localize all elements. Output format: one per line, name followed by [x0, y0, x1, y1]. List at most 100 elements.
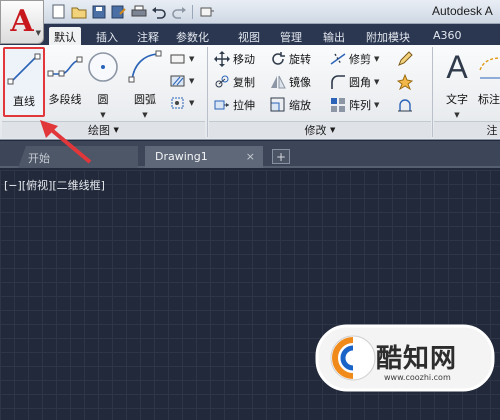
circle-label: 圆 ▼ [82, 91, 124, 120]
boundary-button[interactable]: ▼ [170, 93, 194, 113]
close-icon[interactable]: × [246, 150, 255, 163]
modify-panel-title-text: 修改 [304, 124, 327, 137]
draw-order-button[interactable] [397, 49, 413, 69]
polyline-button[interactable]: 多段线 [44, 47, 86, 117]
chevron-down-icon: ▼ [330, 126, 336, 134]
circle-icon [82, 47, 124, 87]
stretch-button[interactable]: 拉伸 [214, 95, 255, 115]
undo-icon[interactable] [150, 3, 167, 20]
new-icon[interactable] [50, 3, 67, 20]
chevron-down-icon: ▼ [113, 126, 119, 134]
scale-icon [270, 97, 286, 113]
tab-output[interactable]: 输出 [318, 27, 350, 45]
mirror-button[interactable]: 镜像 [270, 72, 311, 92]
fillet-icon [330, 74, 346, 90]
polyline-icon [44, 47, 86, 87]
copy-label: 复制 [233, 76, 255, 89]
trim-button[interactable]: 修剪 ▼ [330, 49, 379, 69]
fillet-button[interactable]: 圆角 ▼ [330, 72, 379, 92]
window-title: Autodesk A [432, 4, 493, 18]
text-button[interactable]: A 文字 ▼ [436, 47, 478, 120]
tab-manage[interactable]: 管理 [275, 27, 307, 45]
trim-label: 修剪 [349, 53, 371, 66]
mirror-label: 镜像 [289, 76, 311, 89]
explode-icon [397, 74, 413, 90]
scale-button[interactable]: 缩放 [270, 95, 311, 115]
chevron-down-icon[interactable]: ▼ [142, 111, 147, 119]
drawing-tab[interactable]: Drawing1 × [145, 146, 263, 168]
mirror-icon [270, 74, 286, 90]
arc-label: 圆弧 ▼ [124, 91, 166, 120]
annotation-arrow [40, 120, 92, 164]
tab-annotate[interactable]: 注释 [132, 27, 164, 45]
tab-a360[interactable]: A360 [428, 27, 467, 45]
copy-button[interactable]: 复制 [214, 72, 255, 92]
rotate-button[interactable]: 旋转 [270, 49, 311, 69]
tab-addins[interactable]: 附加模块 [361, 27, 415, 45]
arc-button[interactable]: 圆弧 ▼ [124, 47, 166, 120]
offset-icon [397, 97, 413, 113]
toolbar-separator [192, 4, 193, 19]
viewport-controls[interactable]: [−][俯视][二维线框] [4, 177, 105, 193]
drawing-tab-label: Drawing1 [155, 150, 208, 163]
chevron-down-icon[interactable]: ▼ [189, 99, 194, 107]
chevron-down-icon: ▼ [35, 29, 41, 37]
chevron-down-icon[interactable]: ▼ [189, 77, 194, 85]
copy-icon [214, 74, 230, 90]
stretch-icon [214, 97, 230, 113]
open-icon[interactable] [70, 3, 87, 20]
print-icon[interactable] [130, 3, 147, 20]
watermark-name: 酷知网 [376, 344, 458, 374]
stretch-label: 拉伸 [233, 99, 255, 112]
trim-icon [330, 51, 346, 67]
circle-button[interactable]: 圆 ▼ [82, 47, 124, 120]
line-label: 直线 [13, 95, 35, 108]
array-icon [330, 97, 346, 113]
hatch-button[interactable]: ▼ [170, 71, 194, 91]
offset-button[interactable] [397, 95, 413, 115]
tab-insert[interactable]: 插入 [91, 27, 123, 45]
workspace-icon[interactable] [198, 3, 215, 20]
new-tab-button[interactable]: + [272, 149, 290, 164]
move-label: 移动 [233, 53, 255, 66]
panel-divider [207, 47, 208, 137]
chevron-down-icon[interactable]: ▼ [100, 111, 105, 119]
line-button[interactable]: 直线 [3, 47, 45, 117]
rectangle-icon [170, 51, 186, 67]
chevron-down-icon[interactable]: ▼ [374, 78, 379, 86]
application-menu-button[interactable]: A ▼ [0, 0, 44, 44]
dimension-icon [478, 47, 500, 87]
scale-label: 缩放 [289, 99, 311, 112]
dimension-button[interactable]: 标注 [478, 47, 500, 117]
rotate-icon [270, 51, 286, 67]
text-icon: A [446, 48, 468, 85]
arc-icon [124, 47, 166, 87]
move-button[interactable]: 移动 [214, 49, 255, 69]
redo-icon[interactable] [170, 3, 187, 20]
chevron-down-icon[interactable]: ▼ [374, 55, 379, 63]
hatch-icon [170, 73, 186, 89]
array-button[interactable]: 阵列 ▼ [330, 95, 379, 115]
chevron-down-icon[interactable]: ▼ [454, 111, 459, 119]
text-label: 文字 ▼ [436, 91, 478, 120]
pencil-icon [397, 51, 413, 67]
polyline-label: 多段线 [48, 93, 82, 106]
rotate-label: 旋转 [289, 53, 311, 66]
arc-label-text: 圆弧 [134, 93, 156, 106]
chevron-down-icon[interactable]: ▼ [189, 55, 194, 63]
save-as-icon[interactable] [110, 3, 127, 20]
save-icon[interactable] [90, 3, 107, 20]
circle-label-text: 圆 [97, 93, 109, 106]
line-icon [5, 49, 43, 89]
fillet-label: 圆角 [349, 76, 371, 89]
modify-panel-title[interactable]: 修改 ▼ [209, 121, 431, 138]
annotation-panel-title[interactable]: 注 [434, 121, 500, 138]
tab-view[interactable]: 视图 [233, 27, 265, 45]
rectangle-button[interactable]: ▼ [170, 49, 194, 69]
ribbon-tab-bar: 默认 插入 注释 参数化 视图 管理 输出 附加模块 A360 [0, 24, 500, 45]
tab-parametric[interactable]: 参数化 [171, 27, 214, 45]
chevron-down-icon[interactable]: ▼ [374, 101, 379, 109]
explode-button[interactable] [397, 72, 413, 92]
draw-panel-title[interactable]: 绘图 ▼ [2, 121, 205, 138]
tab-default[interactable]: 默认 [49, 27, 81, 45]
